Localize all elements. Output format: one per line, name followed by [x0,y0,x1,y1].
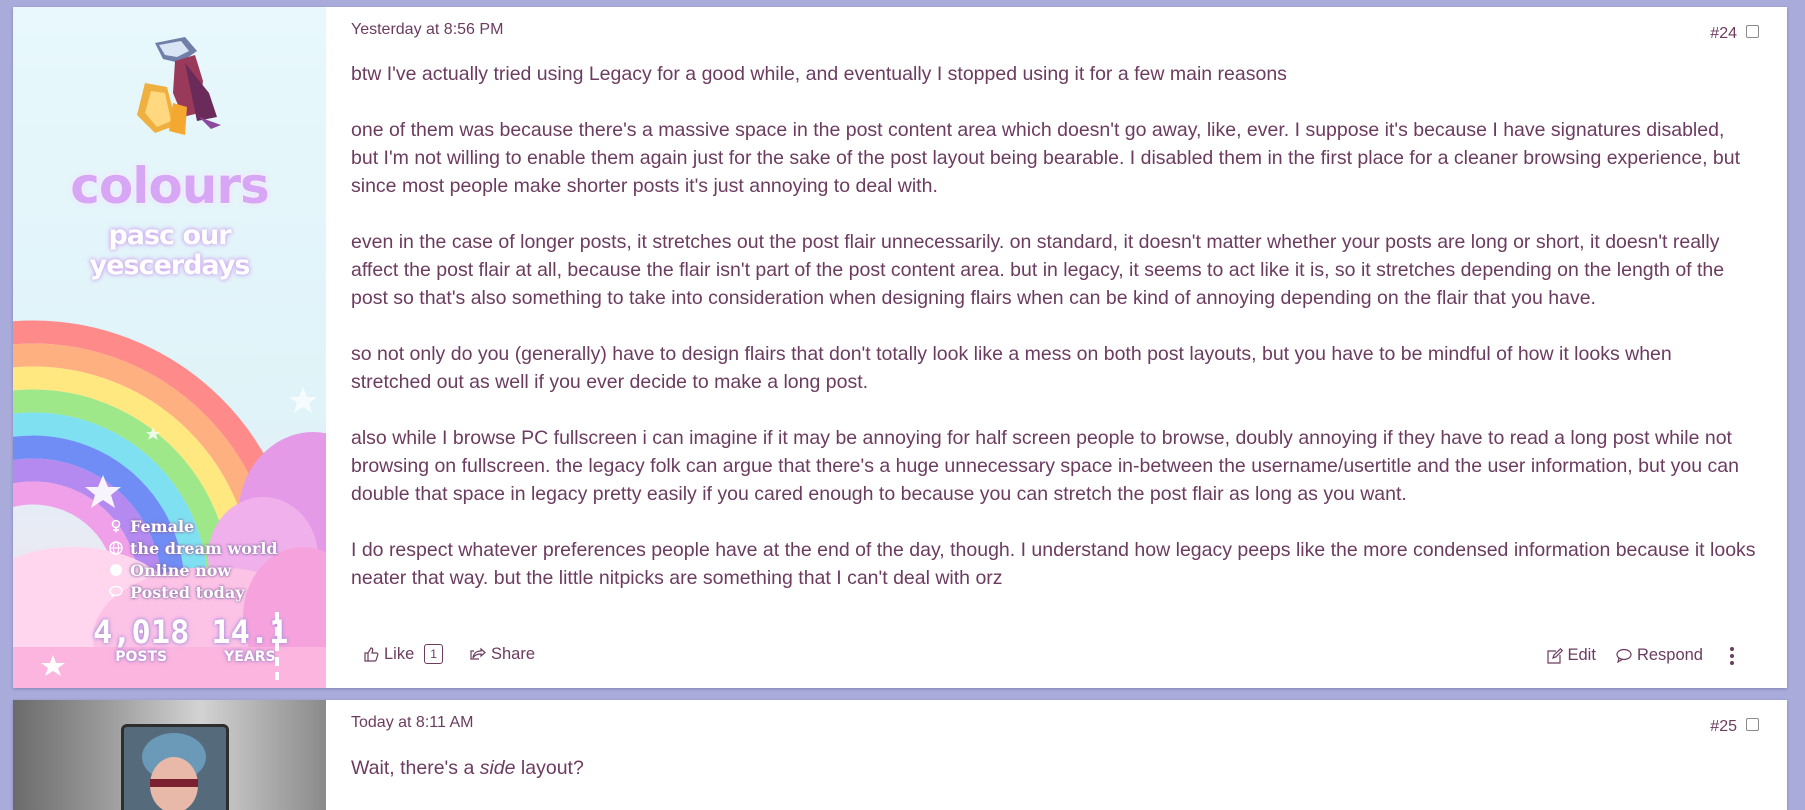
post-content: Yesterday at 8:56 PM #24 btw I've actual… [351,7,1787,688]
respond-label: Respond [1636,646,1703,664]
speech-bubble-icon [108,584,124,600]
online-icon [108,562,124,578]
post-timestamp[interactable]: Today at 8:11 AM [351,714,473,732]
edit-icon [1546,647,1563,664]
online-text: Online now [130,560,232,580]
dashed-divider [275,612,279,680]
share-button[interactable]: Share [469,645,535,664]
post-actions-left: Like 1 Share [363,644,561,664]
location-text: the dream world [130,538,278,558]
select-checkbox[interactable] [1746,718,1759,731]
more-options-icon[interactable] [1723,646,1741,665]
edit-button[interactable]: Edit [1546,646,1596,665]
post-paragraph: so not only do you (generally) have to d… [351,343,1672,393]
stat-posts-value: 4,018 [93,613,190,651]
post-body: btw I've actually tried using Legacy for… [351,60,1756,620]
online-item: Online now [108,559,278,581]
gender-text: Female [130,516,195,536]
thumbs-up-icon [364,647,379,662]
flair-subtitle-line1: pasc our [108,220,231,251]
comment-icon [1616,648,1632,663]
post-paragraph: btw I've actually tried using Legacy for… [351,63,1287,85]
like-count-badge[interactable]: 1 [424,644,443,664]
post-paragraph: even in the case of longer posts, it str… [351,231,1725,309]
user-info-list: Female the dream world Online now Posted… [108,515,278,603]
like-label: Like [384,644,415,663]
female-icon [108,518,124,534]
post-25: Today at 8:11 AM #25 Wait, there's a sid… [13,700,1787,810]
post-body: Wait, there's a side layout? [351,754,584,782]
globe-icon [108,540,124,556]
user-avatar[interactable] [121,724,229,810]
post-paragraph: I do respect whatever preferences people… [351,539,1756,589]
post-text: layout? [515,757,584,779]
post-paragraph: also while I browse PC fullscreen i can … [351,427,1739,505]
post-number[interactable]: #25 [1710,718,1737,736]
stat-posts-label: POSTS [115,649,168,665]
user-flair: colours pasc our yescerdays Female the d… [13,7,326,688]
post-actions-right: Edit Respond [1546,646,1762,665]
location-item: the dream world [108,537,278,559]
post-content: Today at 8:11 AM #25 Wait, there's a sid… [351,700,1787,810]
posted-text: Posted today [130,582,245,602]
user-flair [13,700,326,810]
post-paragraph: one of them was because there's a massiv… [351,119,1741,197]
posted-item: Posted today [108,581,278,603]
post-timestamp[interactable]: Yesterday at 8:56 PM [351,21,503,39]
post-number[interactable]: #24 [1710,25,1737,43]
post-text-emphasis: side [479,757,516,779]
flair-subtitle-line2: yescerdays [89,250,250,281]
share-label: Share [490,644,535,663]
post-text: Wait, there's a [351,757,480,779]
select-checkbox[interactable] [1746,25,1759,38]
avatar-portrait-icon [124,727,226,810]
edit-label: Edit [1567,646,1596,664]
share-icon [470,647,486,660]
gender-item: Female [108,515,278,537]
post-24: colours pasc our yescerdays Female the d… [13,7,1787,688]
like-button[interactable]: Like 1 [363,644,443,664]
respond-button[interactable]: Respond [1616,646,1703,665]
user-avatar[interactable] [125,33,235,143]
stat-posts: 4,018 POSTS [93,615,189,665]
flair-title: colours [70,157,270,215]
